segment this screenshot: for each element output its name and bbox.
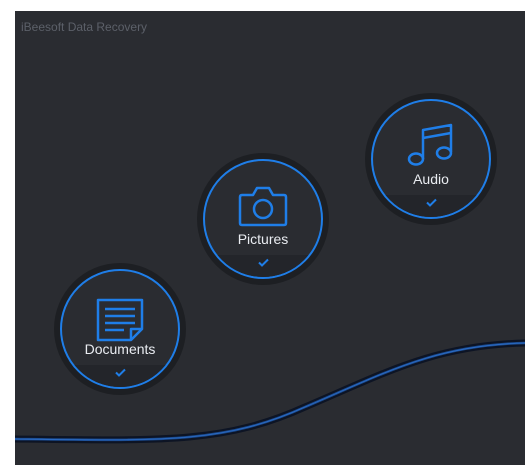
- camera-icon: [238, 186, 288, 227]
- category-documents-label: Documents: [84, 341, 156, 357]
- category-audio-label: Audio: [413, 171, 449, 187]
- category-pictures-label: Pictures: [237, 231, 289, 247]
- selection-band: [205, 255, 321, 277]
- category-audio[interactable]: Audio: [365, 93, 497, 225]
- category-documents[interactable]: Documents: [54, 263, 186, 395]
- checkmark-icon: [205, 254, 321, 272]
- music-note-icon: [407, 123, 453, 166]
- selection-band: [373, 195, 489, 217]
- category-audio-ring: Audio: [371, 99, 491, 219]
- category-pictures-ring: Pictures: [203, 159, 323, 279]
- document-icon: [96, 298, 144, 342]
- selection-band: [62, 365, 178, 387]
- category-pictures[interactable]: Pictures: [197, 153, 329, 285]
- app-window: iBeesoft Data Recovery Documents Picture…: [15, 11, 525, 465]
- category-documents-ring: Documents: [60, 269, 180, 389]
- checkmark-icon: [373, 194, 489, 212]
- checkmark-icon: [62, 364, 178, 382]
